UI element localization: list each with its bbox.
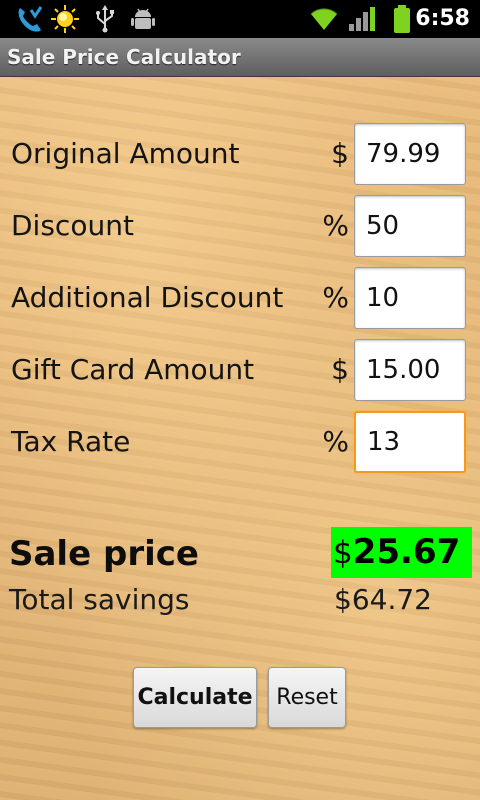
usb-icon	[90, 4, 120, 34]
android-debug-icon	[128, 4, 158, 34]
original-amount-row: Original Amount $	[0, 123, 480, 185]
total-savings-label: Total savings	[9, 583, 190, 616]
tax-rate-unit: %	[322, 425, 349, 458]
gift-card-row: Gift Card Amount $	[0, 339, 480, 401]
additional-discount-input[interactable]	[354, 267, 466, 329]
sale-price-label: Sale price	[9, 534, 199, 574]
gift-card-input[interactable]	[354, 339, 466, 401]
app-title-bar: Sale Price Calculator	[0, 38, 480, 77]
status-bar: 6:58	[0, 0, 480, 38]
sale-price-value: 25.67	[352, 532, 461, 572]
total-savings-value: $64.72	[334, 583, 432, 616]
signal-icon	[346, 4, 376, 34]
discount-input[interactable]	[354, 195, 466, 257]
additional-discount-unit: %	[322, 281, 349, 314]
wifi-icon	[309, 4, 339, 34]
weather-sun-icon	[50, 4, 80, 34]
sale-price-value-box: $25.67	[331, 527, 472, 578]
original-amount-input[interactable]	[354, 123, 466, 185]
original-amount-label: Original Amount	[11, 137, 240, 170]
gift-card-label: Gift Card Amount	[11, 353, 255, 386]
additional-discount-row: Additional Discount %	[0, 267, 480, 329]
sale-price-currency: $	[333, 535, 353, 571]
tax-rate-label: Tax Rate	[11, 425, 131, 458]
calculate-button[interactable]: Calculate	[133, 667, 257, 728]
missed-call-icon	[14, 4, 44, 34]
app-title: Sale Price Calculator	[7, 45, 241, 69]
discount-row: Discount %	[0, 195, 480, 257]
tax-rate-row: Tax Rate %	[0, 411, 480, 473]
additional-discount-label: Additional Discount	[11, 281, 284, 314]
status-time: 6:58	[415, 6, 470, 31]
gift-card-unit: $	[331, 353, 349, 386]
discount-label: Discount	[11, 209, 134, 242]
battery-icon	[388, 4, 418, 34]
reset-button[interactable]: Reset	[268, 667, 346, 728]
original-amount-unit: $	[331, 137, 349, 170]
tax-rate-input[interactable]	[354, 411, 466, 473]
discount-unit: %	[322, 209, 349, 242]
